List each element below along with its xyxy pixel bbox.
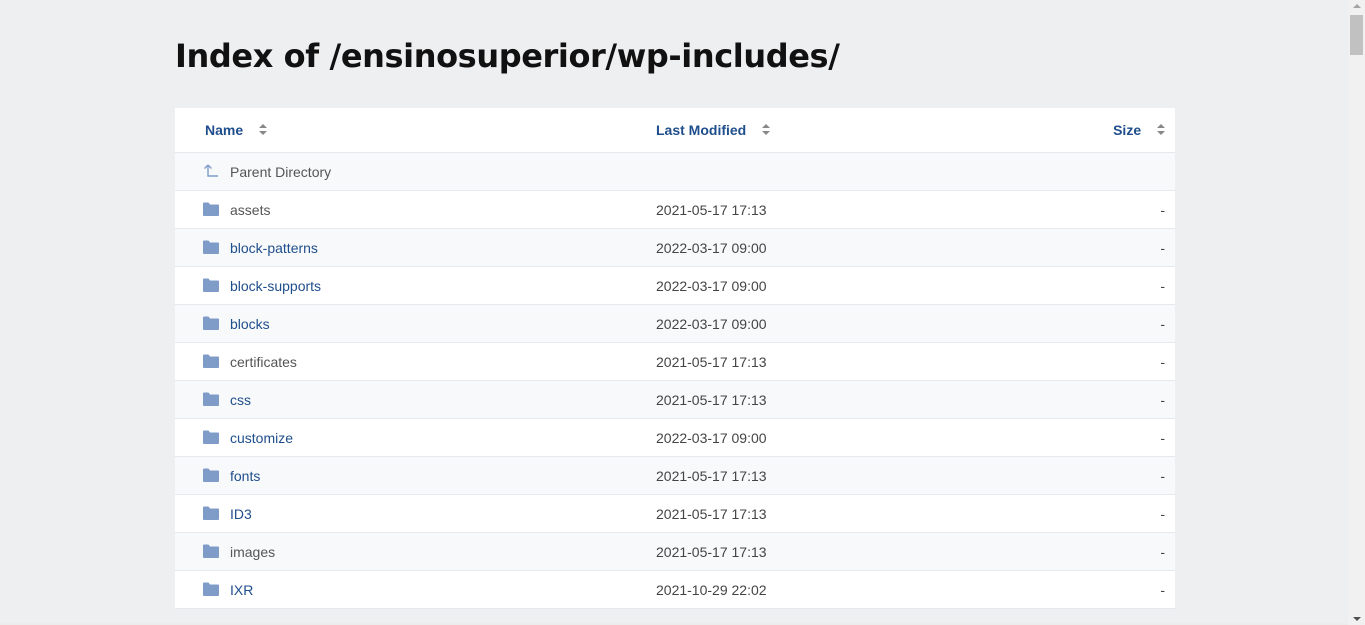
table-row[interactable]: images 2021-05-17 17:13 - — [175, 533, 1175, 571]
parent-directory-link[interactable]: Parent Directory — [230, 164, 331, 180]
table-row[interactable]: block-supports 2022-03-17 09:00 - — [175, 267, 1175, 305]
table-header: Name Last Modified Size — [175, 108, 1175, 153]
scroll-down-icon[interactable] — [1353, 617, 1361, 621]
table-row[interactable]: css 2021-05-17 17:13 - — [175, 381, 1175, 419]
sort-icon — [1157, 123, 1165, 135]
page-title: Index of /ensinosuperior/wp-includes/ — [175, 37, 840, 75]
table-row[interactable]: fonts 2021-05-17 17:13 - — [175, 457, 1175, 495]
size-value: - — [1160, 316, 1165, 332]
sort-icon — [259, 123, 268, 135]
last-modified-value: 2022-03-17 09:00 — [656, 430, 767, 446]
last-modified-value: 2021-05-17 17:13 — [656, 354, 767, 370]
table-row[interactable]: IXR 2021-10-29 22:02 - — [175, 571, 1175, 609]
folder-icon — [203, 468, 219, 482]
name-column-label: Name — [205, 122, 244, 138]
scrollbar-thumb[interactable] — [1350, 15, 1363, 55]
size-value: - — [1160, 430, 1165, 446]
size-value: - — [1160, 392, 1165, 408]
sort-by-last-modified-button[interactable]: Last Modified — [656, 122, 771, 138]
folder-icon — [203, 544, 219, 558]
folder-link[interactable]: fonts — [230, 468, 260, 484]
folder-icon — [203, 240, 219, 254]
size-value: - — [1160, 240, 1165, 256]
folder-link[interactable]: blocks — [230, 316, 270, 332]
last-modified-value: 2021-05-17 17:13 — [656, 392, 767, 408]
folder-icon — [203, 354, 219, 368]
folder-link[interactable]: block-supports — [230, 278, 321, 294]
folder-link[interactable]: assets — [230, 202, 270, 218]
folder-link[interactable]: block-patterns — [230, 240, 318, 256]
table-row[interactable]: customize 2022-03-17 09:00 - — [175, 419, 1175, 457]
sort-icon — [762, 123, 771, 135]
folder-icon — [203, 582, 219, 596]
folder-link[interactable]: IXR — [230, 582, 253, 598]
last-modified-value: 2021-05-17 17:13 — [656, 202, 767, 218]
size-value: - — [1160, 544, 1165, 560]
page: Index of /ensinosuperior/wp-includes/ Na… — [0, 0, 1365, 625]
folder-icon — [203, 506, 219, 520]
folder-link[interactable]: css — [230, 392, 251, 408]
last-modified-value: 2022-03-17 09:00 — [656, 240, 767, 256]
last-modified-value: 2022-03-17 09:00 — [656, 278, 767, 294]
size-value: - — [1160, 202, 1165, 218]
folder-icon — [203, 430, 219, 444]
last-modified-value: 2021-10-29 22:02 — [656, 582, 767, 598]
folder-icon — [203, 392, 219, 406]
folder-link[interactable]: customize — [230, 430, 293, 446]
scroll-up-icon[interactable] — [1353, 4, 1361, 8]
folder-icon — [203, 316, 219, 330]
last-modified-value: 2021-05-17 17:13 — [656, 544, 767, 560]
size-value: - — [1160, 278, 1165, 294]
size-value: - — [1160, 506, 1165, 522]
parent-directory-row[interactable]: Parent Directory — [175, 153, 1175, 191]
size-column-label: Size — [1113, 122, 1142, 138]
vertical-scrollbar[interactable] — [1348, 0, 1365, 625]
directory-listing: Name Last Modified Size Parent Directory… — [175, 108, 1175, 609]
sort-by-name-button[interactable]: Name — [205, 122, 268, 138]
folder-link[interactable]: images — [230, 544, 275, 560]
folder-icon — [203, 202, 219, 216]
table-row[interactable]: block-patterns 2022-03-17 09:00 - — [175, 229, 1175, 267]
table-row[interactable]: assets 2021-05-17 17:13 - — [175, 191, 1175, 229]
folder-icon — [203, 278, 219, 292]
folder-link[interactable]: ID3 — [230, 506, 252, 522]
last-modified-value: 2021-05-17 17:13 — [656, 506, 767, 522]
last-modified-value: 2021-05-17 17:13 — [656, 468, 767, 484]
table-row[interactable]: blocks 2022-03-17 09:00 - — [175, 305, 1175, 343]
table-row[interactable]: ID3 2021-05-17 17:13 - — [175, 495, 1175, 533]
file-list: assets 2021-05-17 17:13 - block-patterns 202… — [175, 191, 1175, 609]
parent-directory-icon — [204, 164, 218, 177]
sort-by-size-button[interactable]: Size — [1113, 122, 1165, 138]
table-row[interactable]: certificates 2021-05-17 17:13 - — [175, 343, 1175, 381]
folder-link[interactable]: certificates — [230, 354, 297, 370]
size-value: - — [1160, 468, 1165, 484]
size-value: - — [1160, 582, 1165, 598]
size-value: - — [1160, 354, 1165, 370]
last-modified-value: 2022-03-17 09:00 — [656, 316, 767, 332]
last-modified-column-label: Last Modified — [656, 122, 747, 138]
